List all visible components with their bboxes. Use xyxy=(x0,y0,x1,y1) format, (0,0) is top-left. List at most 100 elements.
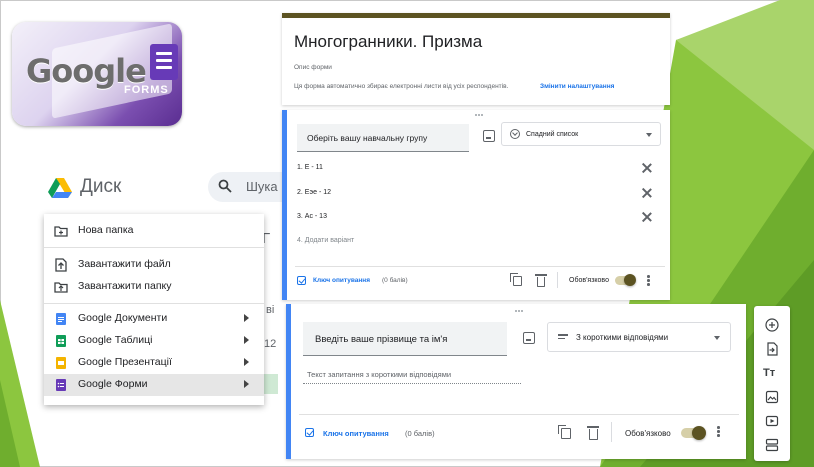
answer-key-icon[interactable] xyxy=(297,276,306,285)
submenu-arrow-icon xyxy=(244,336,249,344)
short-answer-type-icon xyxy=(558,334,568,340)
add-image-icon[interactable] xyxy=(765,390,779,404)
add-section-icon[interactable] xyxy=(765,438,779,452)
file-upload-icon xyxy=(55,258,67,272)
drag-handle-icon[interactable] xyxy=(475,114,485,118)
drive-background-fragment: ві xyxy=(266,304,275,316)
footer-divider xyxy=(295,266,665,267)
menu-item-google-slides[interactable]: Google Презентації xyxy=(44,352,264,374)
drive-title: Диск xyxy=(80,176,122,197)
menu-item-label: Google Форми xyxy=(78,378,148,390)
drive-background-fragment: 12 xyxy=(264,338,277,350)
menu-item-label: Google Таблиці xyxy=(78,334,153,346)
question-type-label: З короткими відповідями xyxy=(576,333,669,342)
add-question-icon[interactable] xyxy=(765,318,779,332)
form-side-toolbar: Тт xyxy=(754,306,790,461)
form-header-card: Многогранники. Призма Опис форми Ця форм… xyxy=(282,13,670,105)
add-title-icon[interactable]: Тт xyxy=(763,366,781,380)
new-folder-icon xyxy=(54,226,68,237)
remove-option-icon[interactable] xyxy=(642,188,652,198)
required-toggle[interactable] xyxy=(681,426,706,440)
menu-item-upload-folder[interactable]: Завантажити папку xyxy=(44,276,264,298)
menu-item-google-docs[interactable]: Google Документи xyxy=(44,308,264,330)
dropdown-type-icon xyxy=(510,129,520,139)
menu-item-label: Завантажити файл xyxy=(78,258,171,270)
google-sheets-icon xyxy=(56,335,66,347)
google-docs-icon xyxy=(56,313,66,325)
question-title-field[interactable]: Введіть ваше прізвище та ім'я xyxy=(303,322,507,356)
short-answer-preview: Текст запитання з короткими відповідями xyxy=(303,368,521,384)
option-item[interactable]: 3. Ас - 13 xyxy=(297,213,327,220)
question-card-name[interactable]: Введіть ваше прізвище та ім'я З коротким… xyxy=(286,304,746,459)
answer-key-link[interactable]: Ключ опитування xyxy=(313,277,370,284)
form-title[interactable]: Многогранники. Призма xyxy=(294,32,482,52)
chevron-down-icon xyxy=(646,133,652,137)
question-title-text: Введіть ваше прізвище та ім'я xyxy=(315,334,448,345)
menu-item-label: Google Документи xyxy=(78,312,168,324)
google-forms-logo: Google FORMS xyxy=(12,22,182,126)
option-item[interactable]: 1. Е - 11 xyxy=(297,164,323,171)
google-slides-icon xyxy=(56,357,66,369)
submenu-arrow-icon xyxy=(244,314,249,322)
forms-doc-icon xyxy=(150,44,178,80)
add-image-icon[interactable] xyxy=(523,332,535,344)
folder-upload-icon xyxy=(54,282,68,293)
answer-key-link[interactable]: Ключ опитування xyxy=(323,429,389,438)
delete-icon[interactable] xyxy=(587,426,599,440)
question-type-select[interactable]: З короткими відповідями xyxy=(547,322,731,352)
search-icon[interactable] xyxy=(218,179,232,193)
add-image-icon[interactable] xyxy=(483,130,495,142)
menu-divider xyxy=(44,247,264,248)
remove-option-icon[interactable] xyxy=(642,212,652,222)
menu-item-new-folder[interactable]: Нова папка xyxy=(44,220,264,242)
required-toggle[interactable] xyxy=(615,274,636,286)
duplicate-icon[interactable] xyxy=(558,425,571,439)
menu-item-label: Нова папка xyxy=(78,224,134,236)
menu-divider xyxy=(44,303,264,304)
footer-separator xyxy=(611,422,612,442)
submenu-arrow-icon xyxy=(244,380,249,388)
menu-item-upload-file[interactable]: Завантажити файл xyxy=(44,254,264,276)
toggle-knob xyxy=(692,426,706,440)
logo-product: FORMS xyxy=(124,84,169,96)
question-title-field[interactable]: Оберіть вашу навчальну групу xyxy=(297,124,469,152)
add-option-item[interactable]: 4. Додати варіант xyxy=(297,237,354,244)
footer-separator xyxy=(557,272,558,288)
submenu-arrow-icon xyxy=(244,358,249,366)
drag-handle-icon[interactable] xyxy=(515,310,525,314)
toggle-knob xyxy=(624,274,636,286)
required-label: Обов'язково xyxy=(569,277,609,284)
more-options-icon[interactable] xyxy=(647,275,650,287)
more-options-icon[interactable] xyxy=(717,426,720,438)
new-menu: Нова папка Завантажити файл Завантажити … xyxy=(44,214,264,405)
menu-item-label: Google Презентації xyxy=(78,356,172,368)
menu-item-google-forms[interactable]: Google Форми xyxy=(44,374,264,396)
short-answer-placeholder: Текст запитання з короткими відповідями xyxy=(307,370,452,379)
required-label: Обов'язково xyxy=(625,429,671,438)
points-label: (0 балів) xyxy=(382,277,408,284)
question-type-select[interactable]: Спадний список xyxy=(501,122,661,146)
menu-item-google-sheets[interactable]: Google Таблиці xyxy=(44,330,264,352)
question-card-group[interactable]: Оберіть вашу навчальну групу Спадний спи… xyxy=(282,110,670,300)
footer-divider xyxy=(299,414,739,415)
option-item[interactable]: 2. Еэе - 12 xyxy=(297,189,331,196)
google-forms-icon xyxy=(56,379,66,391)
drive-row-highlight xyxy=(262,374,278,394)
remove-option-icon[interactable] xyxy=(642,163,652,173)
delete-icon[interactable] xyxy=(535,274,547,287)
chevron-down-icon xyxy=(714,336,720,340)
answer-key-icon[interactable] xyxy=(305,428,314,437)
question-title-text: Оберіть вашу навчальну групу xyxy=(307,133,428,143)
import-questions-icon[interactable] xyxy=(765,342,779,356)
form-email-notice: Ця форма автоматично збирає електронні л… xyxy=(294,83,509,90)
change-settings-link[interactable]: Змінити налаштування xyxy=(540,83,614,90)
duplicate-icon[interactable] xyxy=(510,273,522,286)
add-video-icon[interactable] xyxy=(765,414,779,428)
form-description[interactable]: Опис форми xyxy=(294,64,332,71)
question-type-label: Спадний список xyxy=(526,131,579,138)
drive-panel: Диск Шука Г ві 12 Нова папка Завантажити… xyxy=(34,160,298,405)
menu-item-label: Завантажити папку xyxy=(78,280,172,292)
search-input[interactable]: Шука xyxy=(246,179,278,194)
google-drive-icon xyxy=(48,178,72,198)
points-label: (0 балів) xyxy=(405,429,435,438)
